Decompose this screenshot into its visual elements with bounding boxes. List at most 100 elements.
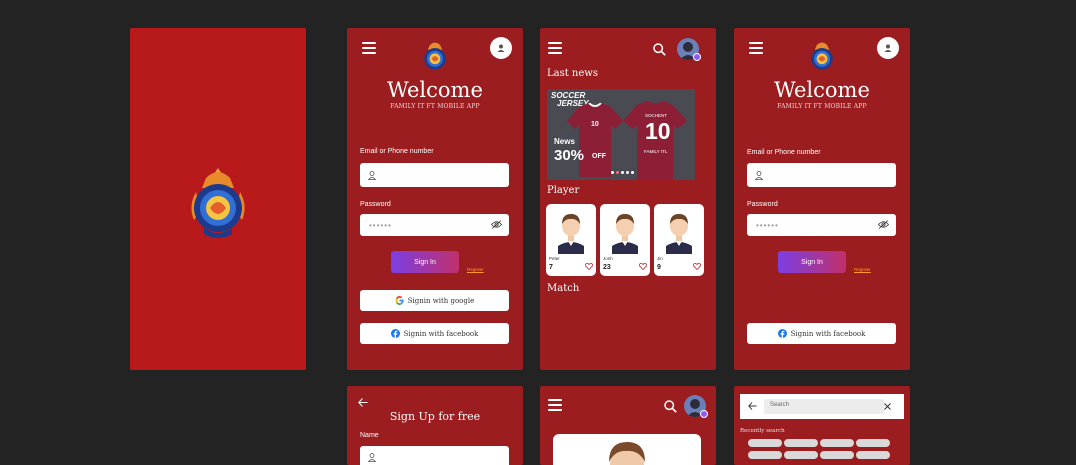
email-field[interactable] — [747, 163, 896, 187]
player-number: 9 — [657, 264, 661, 271]
online-badge — [700, 410, 708, 418]
email-field[interactable] — [360, 163, 509, 187]
google-signin-button[interactable]: Signin with google — [360, 290, 509, 311]
password-label: Password — [360, 201, 391, 208]
jersey-team: FAMILY ITL — [644, 149, 668, 154]
profile-photo — [609, 442, 645, 465]
recent-search-chip[interactable] — [820, 451, 854, 459]
banner-discount: 30% — [554, 147, 585, 164]
menu-icon[interactable] — [749, 42, 763, 54]
profile-button[interactable] — [490, 37, 512, 59]
recent-search-chip[interactable] — [856, 451, 890, 459]
player-avatar — [612, 214, 638, 254]
app-subtitle: FAMILY IT FT MOBILE APP — [777, 103, 867, 110]
register-link[interactable]: Register — [854, 267, 871, 272]
user-icon — [755, 171, 763, 180]
eye-off-icon[interactable] — [491, 220, 502, 229]
facebook-signin-label: Signin with facebook — [403, 329, 479, 338]
player-card[interactable]: Peter 7 — [546, 204, 596, 276]
eye-off-icon[interactable] — [878, 220, 889, 229]
last-news-title: Last news — [547, 68, 598, 79]
jersey-back-number: 10 — [645, 118, 671, 144]
app-subtitle: FAMILY IT FT MOBILE APP — [390, 103, 480, 110]
user-icon — [368, 453, 376, 462]
back-arrow-icon[interactable] — [748, 402, 757, 410]
online-badge — [693, 53, 701, 61]
profile-button[interactable] — [877, 37, 899, 59]
facebook-signin-button[interactable]: Signin with facebook — [360, 323, 509, 344]
heart-icon[interactable] — [693, 263, 701, 270]
signup-screen: Sign Up for free Name — [347, 386, 523, 465]
player-title: Player — [547, 185, 580, 196]
signin-button[interactable]: Sign In — [391, 251, 459, 273]
email-label: Email or Phone number — [360, 148, 434, 155]
user-icon — [884, 44, 892, 52]
name-label: Name — [360, 432, 379, 439]
search-bar[interactable]: Search — [740, 394, 904, 419]
home-screen: Last news SOCCER JERSEY 10 SOCHENT 10 FA… — [540, 28, 716, 370]
heart-icon[interactable] — [639, 263, 647, 270]
player-name: Jonh — [603, 256, 613, 261]
heart-icon[interactable] — [585, 263, 593, 270]
facebook-icon — [777, 329, 787, 338]
back-arrow-icon[interactable] — [358, 398, 368, 407]
search-placeholder: Search — [770, 402, 790, 408]
recent-search-chip[interactable] — [748, 439, 782, 447]
player-name: Peter — [549, 256, 560, 261]
login-screen: Welcome FAMILY IT FT MOBILE APP Email or… — [347, 28, 523, 370]
player-number: 7 — [549, 264, 553, 271]
splash-screen — [130, 28, 306, 370]
password-label: Password — [747, 201, 778, 208]
email-label: Email or Phone number — [747, 149, 821, 156]
google-icon — [395, 296, 404, 305]
recent-search-chip[interactable] — [748, 451, 782, 459]
recent-search-label: Recently search — [740, 428, 785, 434]
recent-search-chip[interactable] — [820, 439, 854, 447]
login-screen-alt: Welcome FAMILY IT FT MOBILE APP Email or… — [734, 28, 910, 370]
family-it-logo — [188, 166, 248, 247]
family-it-logo — [808, 40, 836, 79]
menu-icon[interactable] — [548, 399, 562, 411]
close-icon[interactable] — [884, 403, 891, 410]
family-it-logo — [421, 40, 449, 79]
player-avatar — [666, 214, 692, 254]
jersey-front — [567, 103, 623, 177]
page-title: Welcome — [387, 78, 483, 102]
recent-search-chip[interactable] — [784, 451, 818, 459]
signin-button[interactable]: Sign In — [778, 251, 846, 273]
facebook-icon — [390, 329, 400, 338]
recent-search-chip[interactable] — [856, 439, 890, 447]
password-mask: •••••• — [369, 221, 392, 230]
player-card[interactable]: Jin 9 — [654, 204, 704, 276]
menu-icon[interactable] — [362, 42, 376, 54]
search-icon[interactable] — [653, 43, 666, 56]
carousel-dots[interactable] — [611, 171, 634, 174]
password-field[interactable]: •••••• — [360, 214, 509, 236]
player-number: 23 — [603, 264, 611, 271]
facebook-signin-button[interactable]: Signin with facebook — [747, 323, 896, 344]
user-icon — [497, 44, 505, 52]
match-title: Match — [547, 283, 580, 294]
profile-card[interactable] — [553, 434, 701, 465]
player-name: Jin — [657, 256, 663, 261]
recent-search-chip[interactable] — [784, 439, 818, 447]
password-mask: •••••• — [756, 221, 779, 230]
search-icon[interactable] — [664, 400, 677, 413]
signup-title: Sign Up for free — [389, 410, 481, 423]
banner-news-label: News — [554, 137, 575, 146]
password-field[interactable]: •••••• — [747, 214, 896, 236]
profile-screen — [540, 386, 716, 465]
search-input[interactable]: Search — [764, 399, 884, 414]
player-card[interactable]: Jonh 23 — [600, 204, 650, 276]
jersey-front-number: 10 — [591, 121, 599, 128]
page-title: Welcome — [774, 78, 870, 102]
register-link[interactable]: Register — [467, 267, 484, 272]
search-screen: Search Recently search — [734, 386, 910, 465]
player-avatar — [558, 214, 584, 254]
google-signin-label: Signin with google — [407, 296, 475, 305]
user-icon — [368, 171, 376, 180]
menu-icon[interactable] — [548, 42, 562, 54]
name-field[interactable] — [360, 446, 509, 465]
facebook-signin-label: Signin with facebook — [790, 329, 866, 338]
news-banner[interactable]: SOCCER JERSEY 10 SOCHENT 10 FAMILY ITL N… — [547, 89, 695, 180]
